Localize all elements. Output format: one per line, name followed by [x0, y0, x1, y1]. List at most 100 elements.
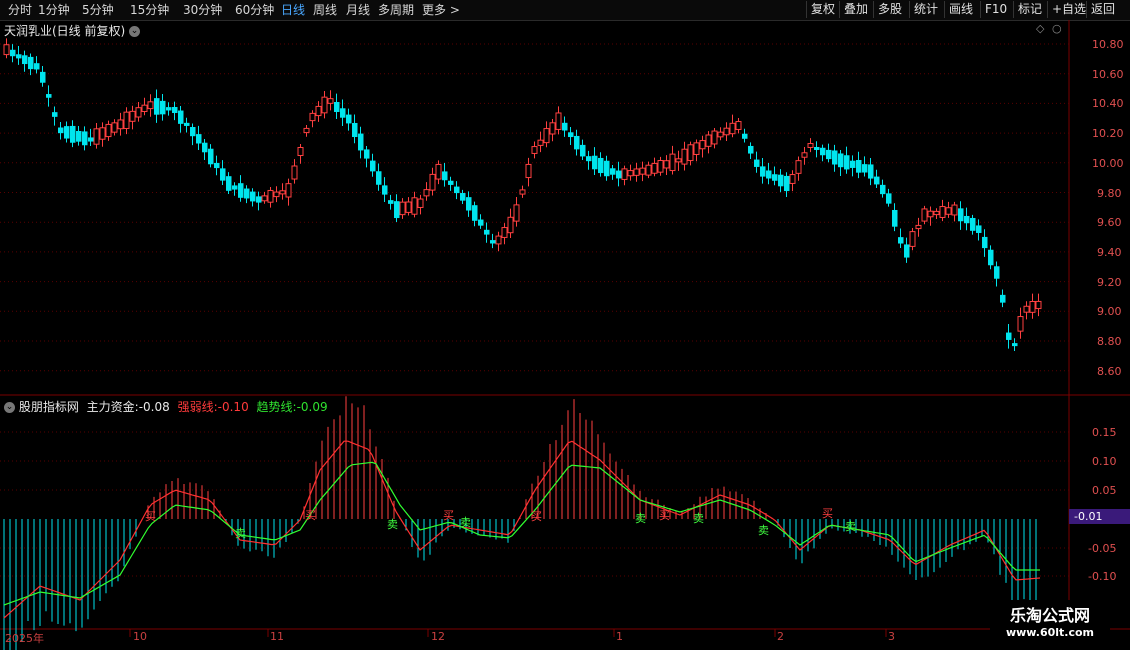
- candle-body: [856, 159, 862, 173]
- y-tick: -0.10: [1088, 570, 1117, 583]
- candle-body: [604, 160, 610, 177]
- x-tick: 11: [270, 630, 284, 643]
- candle-body: [886, 193, 892, 204]
- candle-body: [525, 163, 532, 179]
- candle-body: [448, 180, 454, 185]
- candle-body: [352, 122, 358, 138]
- y-tick: 8.80: [1097, 335, 1122, 348]
- candle-body: [172, 106, 178, 114]
- candle-body: [370, 160, 376, 172]
- candle-body: [633, 168, 640, 176]
- candle-body: [795, 160, 802, 174]
- chart-canvas[interactable]: 买卖买卖买卖买卖买卖卖买卖: [0, 0, 1130, 650]
- candle-body: [555, 112, 562, 130]
- y-tick: 10.20: [1092, 127, 1124, 140]
- candle-body: [598, 157, 604, 174]
- candle-body: [472, 205, 478, 221]
- candle-body: [250, 191, 256, 202]
- candle-body: [850, 160, 856, 168]
- candle-body: [273, 191, 280, 198]
- candle-body: [669, 153, 676, 172]
- candle-body: [16, 54, 22, 59]
- candle-body: [376, 171, 382, 185]
- candle-body: [898, 237, 904, 244]
- candle-body: [868, 164, 874, 179]
- candle-body: [693, 142, 700, 155]
- candle-body: [76, 131, 82, 142]
- candle-body: [639, 167, 646, 175]
- candle-body: [933, 210, 940, 216]
- candle-body: [82, 131, 88, 146]
- candle-body: [88, 137, 94, 142]
- candle-body: [844, 155, 850, 170]
- candle-body: [862, 164, 868, 173]
- watermark-url: www.60lt.com: [1005, 626, 1095, 639]
- candle-body: [1017, 316, 1024, 332]
- candle-body: [166, 107, 172, 111]
- candle-body: [699, 140, 706, 150]
- candle-body: [951, 204, 958, 216]
- current-value-badge: -0.01: [1069, 509, 1130, 524]
- candle-body: [147, 101, 154, 110]
- x-tick: 1: [616, 630, 623, 643]
- y-tick: 0.15: [1092, 426, 1117, 439]
- sell-signal: 卖: [758, 524, 769, 537]
- candle-body: [478, 219, 484, 226]
- candle-body: [909, 231, 916, 247]
- candle-body: [340, 108, 346, 118]
- candle-body: [549, 122, 556, 135]
- buy-signal: 买: [145, 510, 156, 523]
- candle-body: [507, 216, 514, 234]
- buy-signal: 买: [305, 509, 316, 522]
- candle-body: [705, 134, 712, 147]
- candle-body: [285, 183, 292, 198]
- candle-body: [519, 189, 526, 195]
- candle-body: [226, 176, 232, 191]
- candle-body: [784, 175, 790, 192]
- candle-body: [651, 162, 658, 174]
- sell-signal: 卖: [460, 516, 471, 529]
- candle-body: [820, 147, 826, 156]
- candle-body: [742, 133, 748, 139]
- candle-body: [423, 189, 430, 197]
- candle-body: [346, 114, 352, 124]
- candle-body: [334, 102, 340, 112]
- candle-body: [34, 63, 40, 70]
- buy-signal: 买: [443, 509, 454, 522]
- candle-body: [562, 122, 568, 131]
- candle-body: [723, 127, 730, 136]
- candle-body: [214, 162, 220, 169]
- y-tick: 0.10: [1092, 455, 1117, 468]
- candle-body: [394, 201, 400, 219]
- candle-body: [208, 148, 214, 165]
- watermark-title: 乐淘公式网: [1009, 606, 1090, 625]
- candle-body: [663, 160, 670, 169]
- candle-body: [927, 210, 934, 218]
- y-tick: -0.05: [1088, 542, 1117, 555]
- candle-body: [766, 170, 772, 179]
- buy-signal: 买: [531, 510, 542, 523]
- candle-body: [735, 121, 742, 130]
- candle-body: [574, 135, 580, 150]
- candle-body: [141, 104, 148, 112]
- candle-body: [184, 122, 190, 126]
- candle-body: [789, 174, 796, 184]
- candle-body: [586, 156, 592, 162]
- candle-body: [10, 49, 16, 57]
- candle-body: [1023, 305, 1030, 313]
- candle-body: [178, 110, 184, 124]
- candle-body: [466, 197, 472, 211]
- candle-body: [1029, 301, 1036, 313]
- candle-body: [537, 139, 544, 146]
- candle-body: [754, 159, 760, 167]
- y-tick: 10.60: [1092, 68, 1124, 81]
- strength-line: [3, 440, 1041, 619]
- candle-body: [616, 170, 622, 179]
- candle-body: [531, 146, 538, 154]
- candle-body: [154, 98, 160, 115]
- candle-body: [244, 188, 250, 199]
- candle-body: [657, 159, 664, 173]
- candle-body: [970, 217, 976, 231]
- candle-body: [111, 122, 118, 133]
- sell-signal: 卖: [845, 520, 856, 533]
